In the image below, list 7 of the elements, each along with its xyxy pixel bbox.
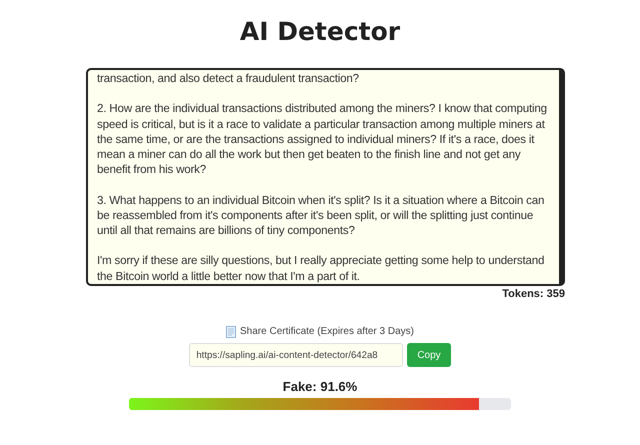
- document-icon: [226, 326, 236, 338]
- token-count: Tokens: 359: [501, 286, 565, 302]
- share-url-field[interactable]: https://sapling.ai/ai-content-detector/642a8: [189, 343, 404, 368]
- share-label: Share Certificate (Expires after 3 Days): [240, 325, 414, 340]
- fake-score: Fake: 91.6%: [282, 378, 358, 396]
- text-input[interactable]: transaction, and also detect a fraudulent transaction? 2. How are the individual transactions distributed among the miners? I know that computing speed is critical, but is it a race to validate a particular transaction among multiple miners at the same time, or are the transactions assigned to individual miners? If it's a race, does it mean a miner can do all the work but then get beaten to the finish line and not get any benefit from his work? 3. What happens to an individual Bitcoin when it's split? Is it a situation where a Bitcoin can be reassembled from it's components after it's been split, or will the splitting just continue until all that remains are billions of tiny components? I'm sorry if these are silly questions, but I really appreciate getting some help to understand the Bitcoin world a little better now that I'm a part of it.: [86, 68, 565, 286]
- page-title: AI Detector: [238, 16, 402, 48]
